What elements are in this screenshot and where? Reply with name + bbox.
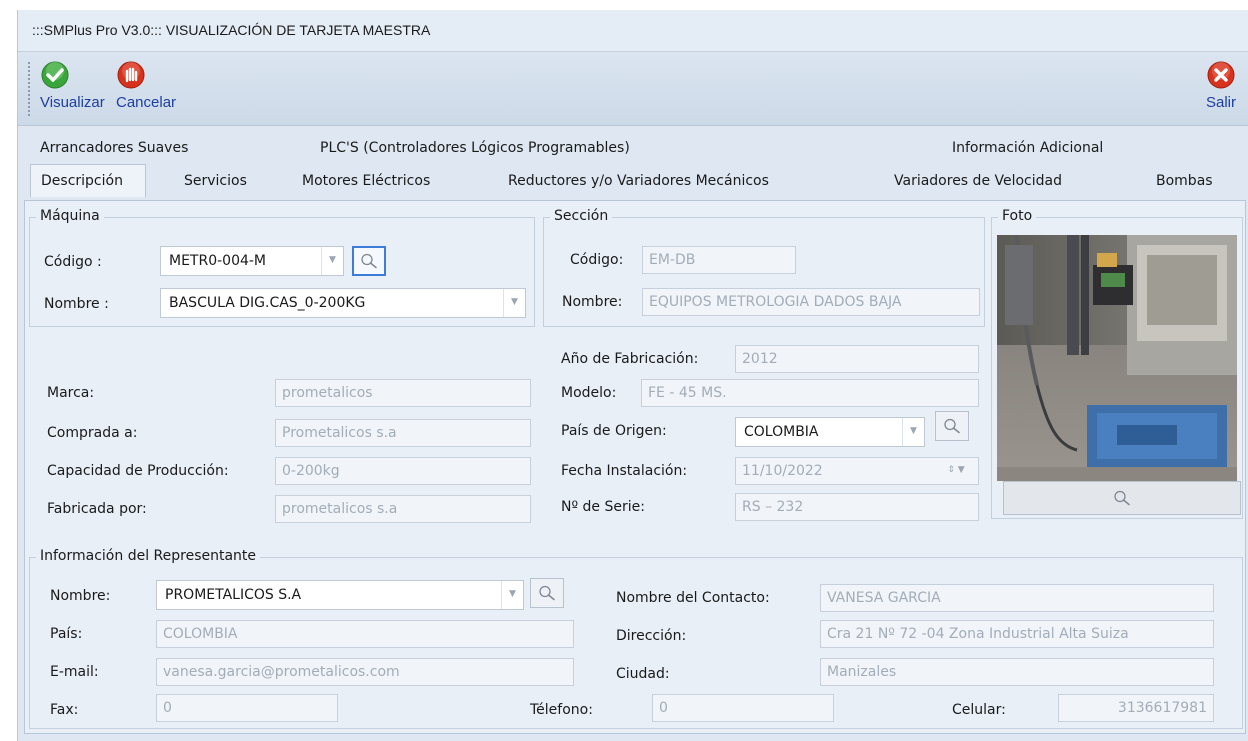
photo-search-button[interactable] xyxy=(1003,481,1241,515)
pais-origen-value: COLOMBIA xyxy=(744,424,819,440)
rep-pais-field[interactable]: COLOMBIA xyxy=(156,620,574,648)
seccion-codigo-label: Código: xyxy=(570,252,624,268)
window-title: :::SMPlus Pro V3.0::: VISUALIZACIÓN DE T… xyxy=(32,22,431,38)
fecha-field[interactable]: 11/10/2022 ⇕ ▼ xyxy=(735,457,979,485)
visualizar-button[interactable]: Visualizar xyxy=(40,60,105,111)
representante-group: Información del Representante Nombre: PR… xyxy=(29,548,1243,729)
maquina-nombre-select[interactable]: BASCULA DIG.CAS_0-200KG ▼ xyxy=(160,288,526,318)
rep-search-button[interactable] xyxy=(530,578,564,608)
descripcion-panel: Máquina Código : METR0-004-M ▼ Nombre : … xyxy=(24,200,1246,734)
marca-field[interactable]: prometalicos xyxy=(275,379,531,407)
cancelar-label: Cancelar xyxy=(116,94,177,111)
stop-hand-icon xyxy=(117,61,145,89)
tab-informacion-adicional[interactable]: Información Adicional xyxy=(952,140,1103,156)
rep-telefono-field[interactable]: 0 xyxy=(652,694,834,722)
maquina-codigo-select[interactable]: METR0-004-M ▼ xyxy=(160,246,344,276)
maquina-codigo-label: Código : xyxy=(44,254,102,270)
tab-arrancadores-suaves[interactable]: Arrancadores Suaves xyxy=(40,140,188,156)
rep-email-label: E-mail: xyxy=(50,664,99,680)
representante-legend: Información del Representante xyxy=(36,548,261,564)
fabricada-field[interactable]: prometalicos s.a xyxy=(275,495,531,523)
marca-label: Marca: xyxy=(47,385,95,401)
rep-contacto-label: Nombre del Contacto: xyxy=(616,590,770,606)
seccion-group: Sección Código: EM-DB Nombre: EQUIPOS ME… xyxy=(543,208,985,327)
capacidad-field[interactable]: 0-200kg xyxy=(275,457,531,485)
seccion-legend: Sección xyxy=(550,208,613,224)
modelo-field[interactable]: FE - 45 MS. xyxy=(641,379,979,407)
toolbar: Visualizar Cancelar Salir xyxy=(18,52,1248,126)
serie-label: Nº de Serie: xyxy=(561,499,645,515)
tab-strip: Arrancadores Suaves PLC'S (Controladores… xyxy=(18,126,1248,200)
maquina-group: Máquina Código : METR0-004-M ▼ Nombre : … xyxy=(29,208,535,327)
rep-direccion-field[interactable]: Cra 21 Nº 72 -04 Zona Industrial Alta Su… xyxy=(820,620,1214,648)
tab-bombas[interactable]: Bombas xyxy=(1156,173,1213,189)
date-spinner-icon[interactable]: ⇕ ▼ xyxy=(934,458,978,484)
rep-celular-label: Celular: xyxy=(952,702,1006,718)
pais-origen-search-button[interactable] xyxy=(935,411,969,441)
fecha-value: 11/10/2022 xyxy=(742,463,823,479)
rep-nombre-label: Nombre: xyxy=(50,588,111,604)
pais-origen-select[interactable]: COLOMBIA ▼ xyxy=(735,417,925,447)
rep-pais-label: País: xyxy=(50,626,83,642)
search-icon xyxy=(1114,490,1130,506)
rep-email-field[interactable]: vanesa.garcia@prometalicos.com xyxy=(156,658,574,686)
serie-field[interactable]: RS – 232 xyxy=(735,493,979,521)
chevron-down-icon[interactable]: ▼ xyxy=(501,581,523,609)
maquina-nombre-value: BASCULA DIG.CAS_0-200KG xyxy=(169,295,366,311)
fabricada-label: Fabricada por: xyxy=(47,501,147,517)
visualizar-label: Visualizar xyxy=(40,94,105,111)
chevron-down-icon[interactable]: ▼ xyxy=(503,289,525,317)
close-icon xyxy=(1207,61,1235,89)
machine-photo xyxy=(997,235,1237,481)
seccion-nombre-field[interactable]: EQUIPOS METROLOGIA DADOS BAJA xyxy=(642,288,980,316)
tab-plcs[interactable]: PLC'S (Controladores Lógicos Programable… xyxy=(320,140,630,156)
search-icon xyxy=(944,418,960,434)
toolbar-grip[interactable] xyxy=(28,62,30,116)
maquina-legend: Máquina xyxy=(36,208,104,224)
tab-reductores[interactable]: Reductores y/o Variadores Mecánicos xyxy=(508,173,769,189)
chevron-down-icon[interactable]: ▼ xyxy=(321,247,343,275)
capacidad-label: Capacidad de Producción: xyxy=(47,463,229,479)
scale-photo-image xyxy=(997,235,1237,481)
tab-variadores-velocidad[interactable]: Variadores de Velocidad xyxy=(894,173,1062,189)
rep-fax-field[interactable]: 0 xyxy=(156,694,338,722)
comprada-label: Comprada a: xyxy=(47,425,138,441)
fecha-label: Fecha Instalación: xyxy=(561,463,688,479)
rep-telefono-label: Télefono: xyxy=(530,702,593,718)
search-icon xyxy=(539,585,555,601)
rep-contacto-field[interactable]: VANESA GARCIA xyxy=(820,584,1214,612)
maquina-nombre-label: Nombre : xyxy=(44,296,109,312)
checkmark-icon xyxy=(41,61,69,89)
seccion-nombre-label: Nombre: xyxy=(562,294,623,310)
title-bar: :::SMPlus Pro V3.0::: VISUALIZACIÓN DE T… xyxy=(18,10,1248,52)
tab-servicios[interactable]: Servicios xyxy=(184,173,247,189)
main-window: :::SMPlus Pro V3.0::: VISUALIZACIÓN DE T… xyxy=(17,10,1248,741)
maquina-codigo-value: METR0-004-M xyxy=(169,253,267,269)
foto-legend: Foto xyxy=(998,208,1037,224)
chevron-down-icon[interactable]: ▼ xyxy=(902,418,924,446)
salir-button[interactable]: Salir xyxy=(1206,60,1236,111)
rep-ciudad-label: Ciudad: xyxy=(616,666,670,682)
anio-field[interactable]: 2012 xyxy=(735,345,979,373)
modelo-label: Modelo: xyxy=(561,385,617,401)
seccion-codigo-field[interactable]: EM-DB xyxy=(642,246,796,274)
rep-celular-field[interactable]: 3136617981 xyxy=(1058,694,1214,722)
maquina-search-button[interactable] xyxy=(352,246,386,276)
rep-nombre-select[interactable]: PROMETALICOS S.A ▼ xyxy=(156,580,524,610)
rep-fax-label: Fax: xyxy=(50,702,79,718)
rep-nombre-value: PROMETALICOS S.A xyxy=(165,587,302,603)
salir-label: Salir xyxy=(1206,94,1237,111)
search-icon xyxy=(361,253,377,269)
rep-ciudad-field[interactable]: Manizales xyxy=(820,658,1214,686)
cancelar-button[interactable]: Cancelar xyxy=(116,60,176,111)
pais-origen-label: País de Origen: xyxy=(561,423,667,439)
tab-motores-electricos[interactable]: Motores Eléctricos xyxy=(302,173,430,189)
comprada-field[interactable]: Prometalicos s.a xyxy=(275,419,531,447)
tab-descripcion[interactable]: Descripción xyxy=(30,164,146,197)
rep-direccion-label: Dirección: xyxy=(616,628,687,644)
anio-label: Año de Fabricación: xyxy=(561,351,699,367)
